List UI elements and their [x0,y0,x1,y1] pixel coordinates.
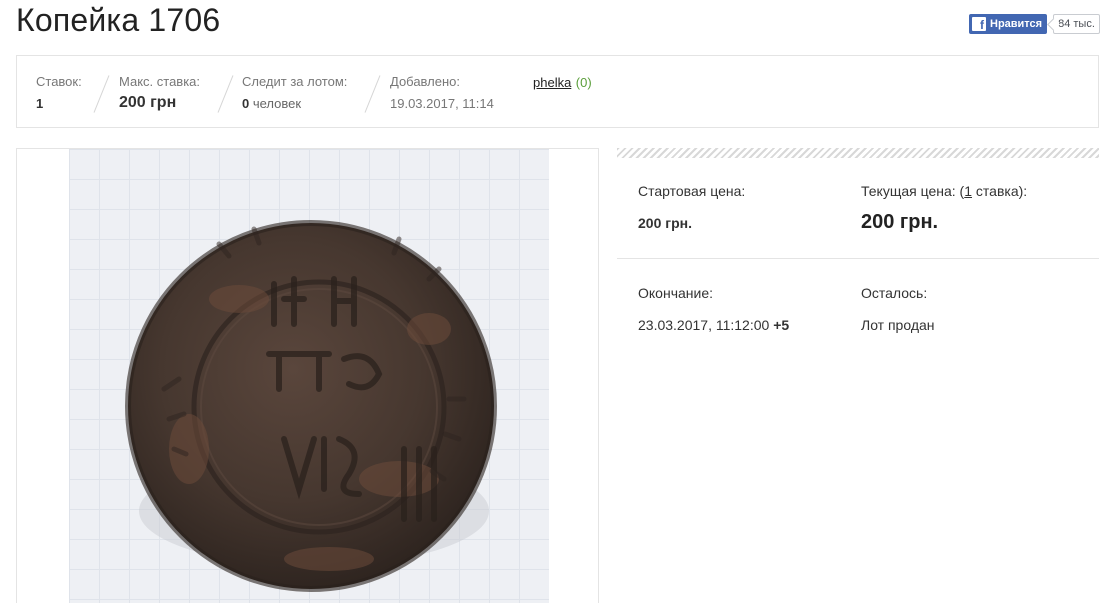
current-price-label: Текущая цена: (1 ставка): [861,183,1027,199]
facebook-like-button[interactable]: f Нравится [969,14,1048,34]
stat-added-label: Добавлено: [390,74,461,89]
stat-max-bid-value: 200 грн [119,94,177,111]
stat-watchers-label: Следит за лотом: [242,74,348,89]
stat-max-bid: Макс. ставка: 200 грн [119,74,200,112]
remaining-label: Осталось: [861,285,928,301]
lot-photo-frame[interactable] [16,148,599,603]
current-bids-link[interactable]: 1 [964,183,972,199]
stat-bids-value: 1 [36,96,44,111]
facebook-like-widget[interactable]: f Нравится 84 тыс. [969,14,1100,34]
coin-photo-icon [125,220,576,601]
facebook-icon: f [972,17,986,31]
price-section-divider [617,258,1099,259]
stat-max-bid-label: Макс. ставка: [119,74,201,89]
lot-photo[interactable] [69,149,576,603]
page-title: Копейка 1706 [16,2,221,38]
start-price-label: Стартовая цена: [638,183,746,199]
current-price-label-prefix: Текущая цена: ( [861,183,965,199]
current-price-label-suffix: ставка): [972,183,1028,199]
seller-info: phelka (0) [533,74,592,92]
stat-added-value: 19.03.2017, 11:14 [390,96,494,111]
stat-watchers: Следит за лотом: 0 человек [242,74,347,111]
start-price-value: 200 грн. [638,215,692,231]
stat-watchers-value: 0 человек [242,96,347,111]
price-panel-hatch-divider [617,148,1099,158]
lot-stats-bar: Ставок: 1 Макс. ставка: 200 грн Следит з… [16,55,1099,128]
seller-link[interactable]: phelka [533,75,571,90]
stat-separator [93,75,110,113]
stat-watchers-unit: человек [249,96,302,111]
current-price-value: 200 грн. [861,211,939,233]
stat-separator [217,75,234,113]
end-date-text: 23.03.2017, 11:12:00 [638,317,770,333]
facebook-like-label: Нравится [990,18,1043,30]
stat-bids-label: Ставок: [36,74,82,89]
stat-added: Добавлено: 19.03.2017, 11:14 [390,74,494,111]
seller-rating[interactable]: (0) [576,75,592,90]
end-date-timezone: +5 [773,317,790,333]
stat-bids: Ставок: 1 [36,74,82,111]
remaining-value: Лот продан [861,317,935,333]
end-date-value: 23.03.2017, 11:12:00 +5 [638,317,789,333]
end-date-label: Окончание: [638,285,713,301]
facebook-like-count: 84 тыс. [1053,14,1100,34]
stat-separator [364,75,381,113]
